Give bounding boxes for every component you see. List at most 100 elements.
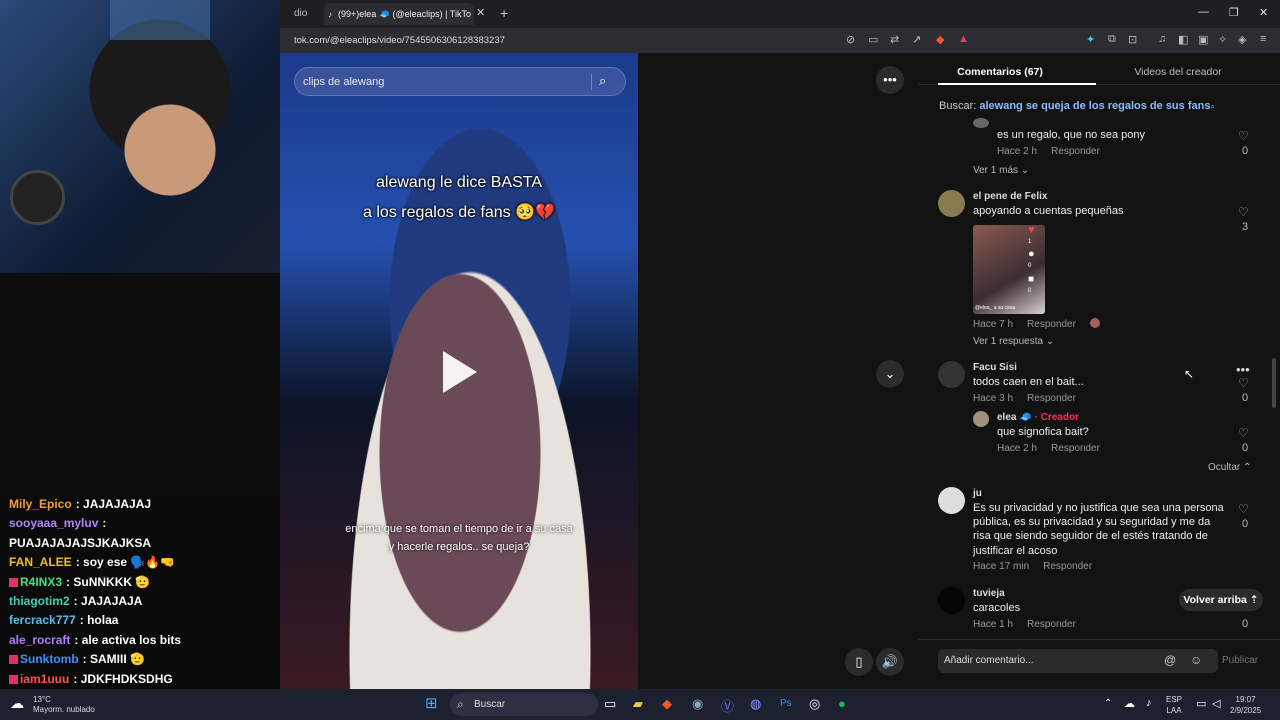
floating-player-icon[interactable]: ▯ [845,648,873,676]
steam-icon[interactable]: ◉ [692,696,703,712]
url-field[interactable]: tok.com/@eleaclips/video/754550630612838… [294,35,505,46]
close-window-button[interactable]: ✕ [1259,6,1268,19]
avatar[interactable] [973,118,989,128]
weather-icon[interactable]: ☁ [10,695,24,712]
task-view-icon[interactable]: ▭ [604,696,616,712]
comment-username[interactable]: tuvieja [973,588,1005,599]
comment-options-icon[interactable]: ••• [1236,362,1250,377]
windows-start-icon[interactable]: ⊞ [425,694,438,712]
chat-line: thiagotim2: JAJAJAJA [9,594,143,609]
related-search[interactable]: Buscar: alewang se queja de los regalos … [939,100,1215,112]
avatar[interactable] [938,587,965,614]
like-heart-icon[interactable]: ♡ [1238,129,1249,143]
chat-line: Mily_Epico: JAJAJAJAJ [9,497,152,511]
related-search-query[interactable]: alewang se queja de los regalos de sus f… [979,100,1210,112]
brave-shield-icon[interactable]: ◆ [936,33,944,46]
back-to-top-button[interactable]: Volver arriba ⇡ [1179,589,1263,611]
weather-widget[interactable]: 13°C Mayorm. nublado [33,695,95,715]
search-bar[interactable]: clips de alewang ⌕ [294,67,626,96]
like-heart-icon[interactable]: ♡ [1238,376,1249,390]
comment-text: es un regalo, que no sea pony [997,129,1146,141]
tab-comments[interactable]: Comentarios (67) [938,53,1096,85]
vpn-icon[interactable]: ◈ [1238,33,1246,46]
share-icon[interactable]: ↗ [912,33,921,46]
reply-button[interactable]: Responder [1027,319,1076,330]
minimize-button[interactable]: — [1198,6,1209,18]
brave-icon[interactable]: ◆ [662,696,672,712]
leo-icon[interactable]: ✧ [1218,33,1227,46]
vpn-app-icon[interactable]: Ⓥ [721,696,734,715]
like-heart-icon[interactable]: ♡ [1238,205,1249,219]
like-count: 3 [1241,221,1249,233]
restore-button[interactable]: ❐ [1229,6,1239,19]
discord-icon[interactable]: ◍ [750,696,761,712]
tab-creator-videos[interactable]: Videos del creador [1100,66,1260,78]
view-more-replies[interactable]: Ver 1 más ⌄ [973,165,1029,176]
avatar[interactable] [973,411,989,427]
rewards-icon[interactable]: ▲ [958,33,969,45]
reply-button[interactable]: Responder [1051,443,1100,454]
spotify-icon[interactable]: ● [838,696,846,711]
translate-icon[interactable]: ⇄ [890,33,899,46]
comment-username[interactable]: elea 🧢 · Creador [997,412,1079,423]
reply-button[interactable]: Responder [1043,561,1092,572]
mention-icon[interactable]: @ [1164,653,1176,667]
network-icon[interactable]: ▭ [1196,697,1206,710]
search-input[interactable]: clips de alewang [303,76,384,88]
next-video-icon[interactable]: ⌄ [876,360,904,388]
file-explorer-icon[interactable]: ▰ [633,696,643,712]
taskbar-search[interactable]: ⌕ Buscar [450,693,598,716]
sidebar-icon[interactable]: ◧ [1178,33,1188,46]
comment-meta: Hace 2 h Responder [997,443,1114,454]
tab-previous[interactable]: dio [294,8,307,19]
publish-button[interactable]: Publicar [1222,655,1258,666]
extension-icon[interactable]: ✦ [1086,33,1095,46]
reply-button[interactable]: Responder [1027,619,1076,630]
reply-button[interactable]: Responder [1051,146,1100,157]
reply-button[interactable]: Responder [1027,393,1076,404]
screenshot-icon[interactable]: ⊡ [1128,33,1137,46]
play-icon[interactable] [443,351,477,393]
tab-title: (99+)elea 🧢 (@eleaclips) | TikTo [338,9,471,19]
reader-mode-icon[interactable]: ⊘ [846,33,855,46]
speaker-icon[interactable]: ◁ [1212,697,1220,710]
tab-tiktok[interactable]: ♪ (99+)elea 🧢 (@eleaclips) | TikTo [324,3,474,25]
video-player[interactable]: clips de alewang ⌕ alewang le dice BASTA… [280,53,638,689]
creator-like-avatar [1089,318,1100,328]
wallet-icon[interactable]: ▣ [1198,33,1208,46]
new-tab-button[interactable]: + [500,5,508,21]
show-hidden-icons[interactable]: ⌃ [1104,698,1112,709]
like-heart-icon[interactable]: ♡ [1238,426,1249,440]
search-icon[interactable]: ⌕ [599,73,606,89]
add-comment-input[interactable]: Añadir comentario... [944,655,1034,666]
like-heart-icon[interactable]: ♡ [1238,502,1249,516]
puzzle-icon[interactable]: ⧉ [1108,33,1116,46]
onedrive-icon[interactable]: ☁ [1124,697,1135,710]
avatar[interactable] [938,487,965,514]
mic-icon[interactable]: ♪ [1146,697,1152,709]
menu-icon[interactable]: ≡ [1260,33,1266,45]
media-icon[interactable]: ♫ [1158,33,1166,45]
clock[interactable]: 19:07 2/9/2025 [1230,694,1261,716]
comment-username[interactable]: Facu Sisi [973,362,1017,373]
hide-replies[interactable]: Ocultar ⌃ [1208,462,1251,473]
more-options-icon[interactable]: ••• [876,66,904,94]
taskbar-search-input[interactable]: Buscar [474,699,505,710]
volume-icon[interactable]: 🔊 [876,648,904,676]
tab-close-icon[interactable]: ✕ [476,6,485,19]
photoshop-icon[interactable]: Ps [780,698,792,709]
video-subtitle-line1: encima que se toman el tiempo de ir a su… [345,523,573,535]
obs-icon[interactable]: ◎ [809,696,820,712]
comment-image[interactable]: ♥ 1 ● 0 ■ 0 @elea_ a su casa [973,224,1045,314]
language-indicator[interactable]: ESP LAA [1166,694,1182,716]
cast-icon[interactable]: ▭ [868,33,878,46]
avatar[interactable] [938,361,965,388]
browser-tabbar: dio ♪ (99+)elea 🧢 (@eleaclips) | TikTo ✕ … [280,0,1280,28]
view-replies[interactable]: Ver 1 respuesta ⌄ [973,336,1054,347]
comment-username[interactable]: ju [973,488,982,499]
add-comment-field[interactable]: Añadir comentario... @ ☺ [938,649,1218,673]
scrollbar[interactable] [1272,358,1276,408]
avatar[interactable] [938,190,965,217]
emoji-icon[interactable]: ☺ [1190,653,1202,667]
comment-username[interactable]: el pene de Felix [973,191,1047,202]
